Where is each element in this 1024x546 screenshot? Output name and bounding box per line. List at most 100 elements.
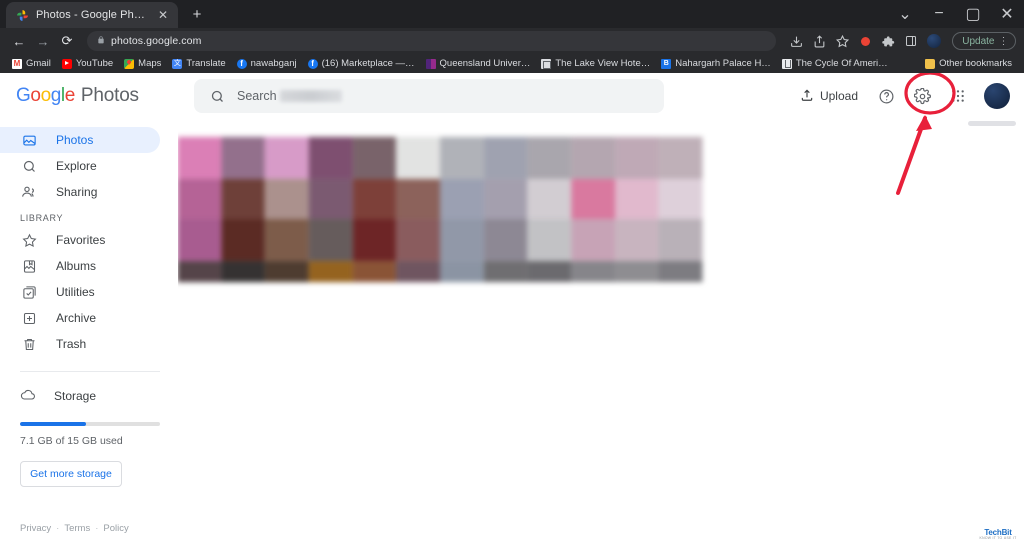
- photo-thumbnail[interactable]: [352, 136, 397, 179]
- vertical-scrollbar-thumb[interactable]: [968, 121, 1016, 126]
- sidebar-item-trash[interactable]: Trash: [0, 331, 160, 357]
- photo-thumbnail[interactable]: [264, 261, 309, 283]
- photo-thumbnail[interactable]: [483, 261, 528, 283]
- photo-thumbnail[interactable]: [483, 219, 528, 262]
- bookmark-item[interactable]: The Cycle Of Ameri…: [777, 55, 893, 72]
- tab-close-icon[interactable]: ✕: [156, 8, 170, 22]
- photo-thumbnail[interactable]: [527, 178, 572, 220]
- photo-thumbnail[interactable]: [308, 136, 353, 179]
- sidebar-item-albums[interactable]: Albums: [0, 253, 160, 279]
- other-bookmarks-button[interactable]: Other bookmarks: [920, 55, 1017, 72]
- bookmark-item[interactable]: Queensland Univer…: [421, 55, 536, 72]
- photo-thumbnail[interactable]: [308, 219, 353, 262]
- photo-thumbnail[interactable]: [221, 136, 265, 179]
- photo-thumbnail[interactable]: [527, 136, 572, 179]
- photo-thumbnail[interactable]: [264, 219, 309, 262]
- photo-thumbnail[interactable]: [615, 178, 659, 220]
- apps-grid-icon[interactable]: [942, 80, 974, 112]
- bookmark-item[interactable]: Gmail: [7, 55, 56, 72]
- download-icon[interactable]: [785, 30, 807, 52]
- photo-thumbnail[interactable]: [658, 136, 703, 179]
- share-icon[interactable]: [808, 30, 830, 52]
- bookmark-star-icon[interactable]: [831, 30, 853, 52]
- bookmark-item[interactable]: Maps: [119, 55, 166, 72]
- photo-thumbnail[interactable]: [264, 178, 309, 220]
- photo-thumbnail[interactable]: [178, 219, 222, 262]
- photo-thumbnail[interactable]: [571, 261, 616, 283]
- photo-thumbnail[interactable]: [352, 178, 397, 220]
- photo-thumbnail[interactable]: [615, 261, 659, 283]
- photo-thumbnail[interactable]: [571, 178, 616, 220]
- photo-thumbnail[interactable]: [658, 219, 703, 262]
- photo-thumbnail[interactable]: [483, 136, 528, 179]
- bookmark-item[interactable]: Nahargarh Palace H…: [656, 55, 776, 72]
- reload-icon[interactable]: ⟳: [56, 30, 78, 52]
- photo-thumbnail[interactable]: [221, 219, 265, 262]
- forward-icon[interactable]: →: [32, 30, 54, 52]
- photo-thumbnail[interactable]: [352, 261, 397, 283]
- policy-link[interactable]: Policy: [103, 523, 128, 534]
- sidebar-item-favorites[interactable]: Favorites: [0, 227, 160, 253]
- address-bar[interactable]: photos.google.com: [87, 31, 777, 51]
- update-button[interactable]: Update ⋮: [952, 32, 1016, 50]
- bookmark-item[interactable]: Translate: [167, 55, 230, 72]
- photo-thumbnail[interactable]: [440, 136, 484, 179]
- new-tab-button[interactable]: +: [184, 1, 210, 27]
- terms-link[interactable]: Terms: [64, 523, 90, 534]
- maximize-button[interactable]: ▢: [956, 0, 990, 28]
- browser-profile-avatar[interactable]: [923, 30, 945, 52]
- photo-thumbnail[interactable]: [352, 219, 397, 262]
- search-input[interactable]: Search: [194, 79, 664, 113]
- photo-grid[interactable]: [178, 136, 703, 283]
- back-icon[interactable]: ←: [8, 30, 30, 52]
- bookmark-item[interactable]: YouTube: [57, 55, 118, 72]
- google-photos-logo[interactable]: Google Photos: [16, 85, 180, 107]
- sidebar-item-sharing[interactable]: Sharing: [0, 179, 160, 205]
- photo-thumbnail[interactable]: [571, 136, 616, 179]
- photo-thumbnail[interactable]: [178, 136, 222, 179]
- chrome-menu-icon[interactable]: ⋮: [999, 36, 1010, 47]
- upload-button[interactable]: Upload: [792, 81, 866, 111]
- photo-thumbnail[interactable]: [221, 261, 265, 283]
- photo-thumbnail[interactable]: [615, 136, 659, 179]
- minimize-button[interactable]: −: [922, 0, 956, 28]
- photo-thumbnail[interactable]: [658, 261, 703, 283]
- side-panel-icon[interactable]: [900, 30, 922, 52]
- photo-thumbnail[interactable]: [658, 178, 703, 220]
- sidebar-item-archive[interactable]: Archive: [0, 305, 160, 331]
- close-button[interactable]: ✕: [990, 0, 1024, 28]
- photo-thumbnail[interactable]: [527, 219, 572, 262]
- sidebar-item-explore[interactable]: Explore: [0, 153, 160, 179]
- photo-thumbnail[interactable]: [221, 178, 265, 220]
- photo-thumbnail[interactable]: [396, 136, 440, 179]
- photo-thumbnail[interactable]: [527, 261, 572, 283]
- privacy-link[interactable]: Privacy: [20, 523, 51, 534]
- photo-thumbnail[interactable]: [615, 219, 659, 262]
- bookmark-item[interactable]: nawabganj: [232, 55, 302, 72]
- photo-thumbnail[interactable]: [571, 219, 616, 262]
- account-avatar[interactable]: [984, 83, 1010, 109]
- photo-thumbnail[interactable]: [264, 136, 309, 179]
- bookmark-item[interactable]: (16) Marketplace —…: [303, 55, 420, 72]
- photo-thumbnail[interactable]: [396, 178, 440, 220]
- sidebar-item-photos[interactable]: Photos: [0, 127, 160, 153]
- photo-thumbnail[interactable]: [308, 261, 353, 283]
- get-more-storage-button[interactable]: Get more storage: [20, 461, 122, 487]
- photo-thumbnail[interactable]: [483, 178, 528, 220]
- photo-thumbnail[interactable]: [396, 219, 440, 262]
- photo-thumbnail[interactable]: [178, 178, 222, 220]
- photo-thumbnail[interactable]: [396, 261, 440, 283]
- extensions-puzzle-icon[interactable]: [877, 30, 899, 52]
- photo-thumbnail[interactable]: [440, 178, 484, 220]
- tab-search-button[interactable]: ⌄: [888, 0, 922, 28]
- gear-icon[interactable]: [906, 80, 938, 112]
- recording-indicator-icon[interactable]: [854, 30, 876, 52]
- storage-section-header[interactable]: Storage: [0, 384, 178, 408]
- browser-tab[interactable]: Photos - Google Photos ✕: [6, 2, 178, 28]
- bookmark-item[interactable]: The Lake View Hote…: [536, 55, 655, 72]
- photo-thumbnail[interactable]: [178, 261, 222, 283]
- help-icon[interactable]: [870, 80, 902, 112]
- sidebar-item-utilities[interactable]: Utilities: [0, 279, 160, 305]
- photo-thumbnail[interactable]: [308, 178, 353, 220]
- photo-thumbnail[interactable]: [440, 261, 484, 283]
